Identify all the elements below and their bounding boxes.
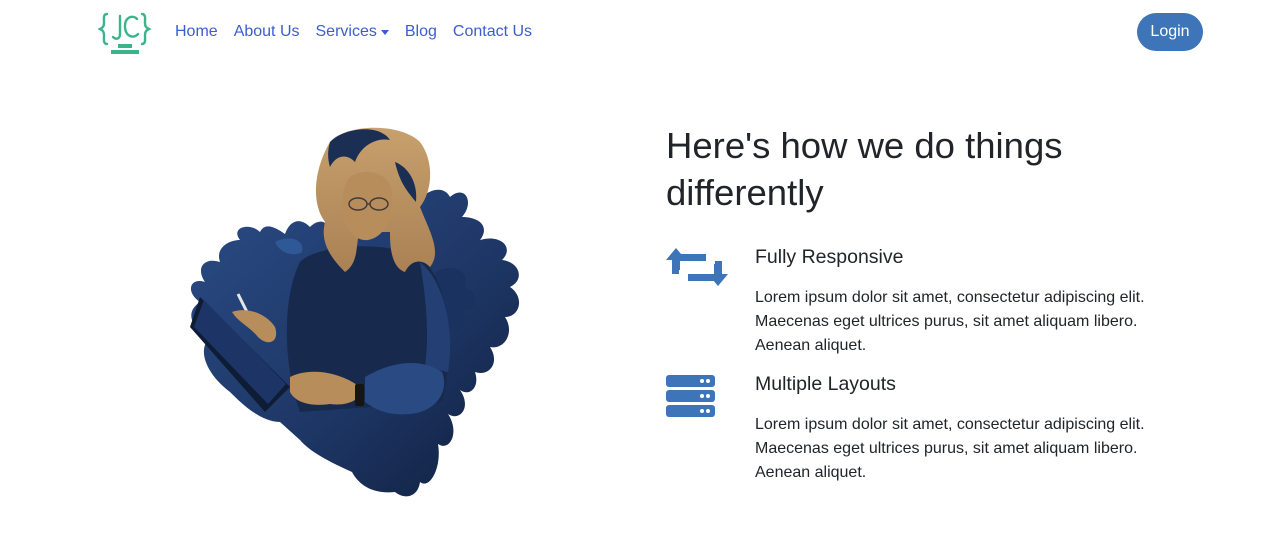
nav-home-link[interactable]: Home [167,23,226,41]
section-heading: Here's how we do things differently [666,125,1063,213]
hero-illustration [180,122,560,500]
navbar: Home About Us Services Blog Contact Us L… [0,0,1269,64]
feature-item: Fully Responsive Lorem ipsum dolor sit a… [666,244,1226,358]
feature-title: Fully Responsive [755,246,904,268]
nav-contact-link[interactable]: Contact Us [445,23,540,41]
feature-item: Multiple Layouts Lorem ipsum dolor sit a… [666,371,1226,485]
feature-title: Multiple Layouts [755,373,896,395]
nav-about-link[interactable]: About Us [226,23,308,41]
nav-services-dropdown[interactable]: Services [308,23,397,41]
nav-menu: Home About Us Services Blog Contact Us [167,20,540,44]
brand-logo[interactable] [97,10,154,56]
chevron-down-icon [380,29,389,35]
server-stack-icon [666,375,715,422]
features-section: Here's how we do things differently Full… [666,122,1226,481]
repeat-arrows-icon [666,248,728,293]
woman-with-tablet-illustration [190,127,520,497]
jc-code-logo-icon [97,12,152,54]
feature-description: Lorem ipsum dolor sit amet, consectetur … [755,416,1145,481]
login-button[interactable]: Login [1137,13,1203,51]
nav-services-label: Services [315,23,377,40]
nav-blog-link[interactable]: Blog [397,23,445,41]
feature-description: Lorem ipsum dolor sit amet, consectetur … [755,289,1145,354]
